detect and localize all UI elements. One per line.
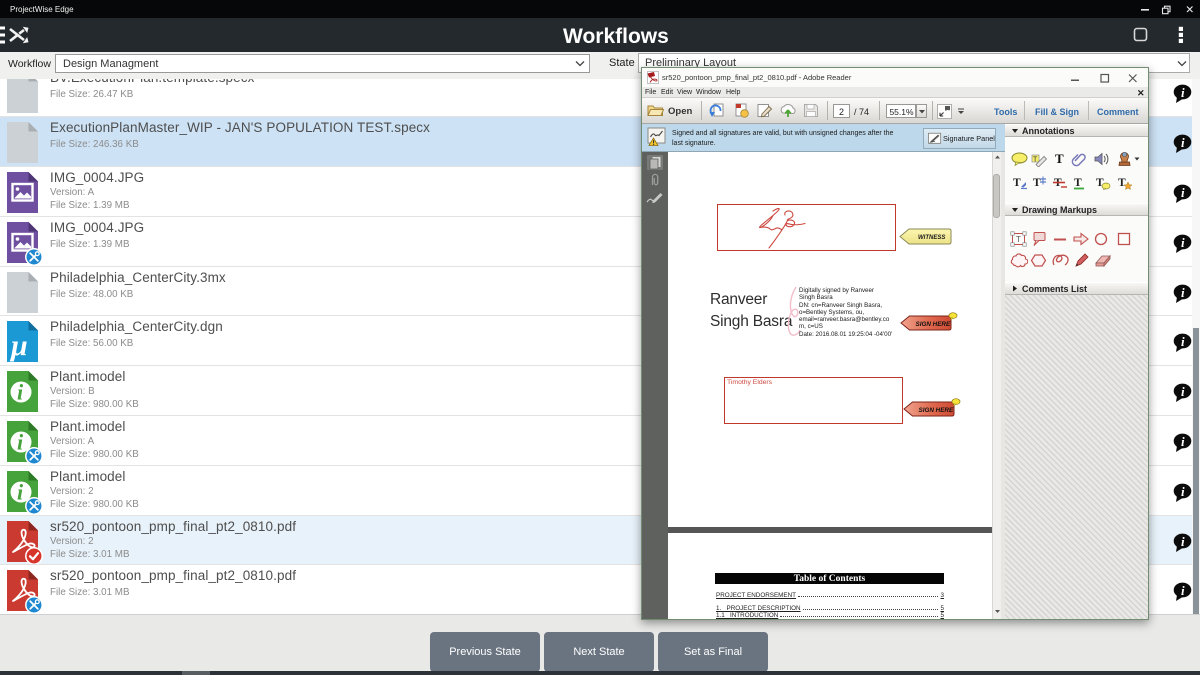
svg-text:T: T (1118, 177, 1126, 189)
svg-text:T: T (1074, 177, 1082, 189)
svg-text:i: i (1181, 185, 1185, 200)
svg-text:T: T (1016, 235, 1021, 244)
svg-text:i: i (17, 430, 24, 455)
svg-text:T: T (1033, 177, 1041, 189)
svg-text:i: i (1181, 484, 1185, 499)
svg-text:SIGN HERE: SIGN HERE (916, 321, 951, 328)
svg-text:WITNESS: WITNESS (918, 235, 945, 241)
svg-text:μ: μ (9, 329, 28, 362)
svg-text:SIGN HERE: SIGN HERE (919, 407, 954, 414)
svg-text:i: i (1181, 583, 1185, 598)
svg-text:i: i (1181, 85, 1185, 100)
svg-text:i: i (17, 480, 24, 505)
svg-text:i: i (1181, 285, 1185, 300)
svg-text:i: i (1181, 534, 1185, 549)
svg-text:i: i (1181, 235, 1185, 250)
svg-text:i: i (1181, 135, 1185, 150)
svg-text:T: T (1033, 157, 1038, 164)
svg-text:i: i (17, 380, 24, 405)
svg-text:T: T (1013, 177, 1021, 189)
svg-text:i: i (1181, 384, 1185, 399)
svg-text:i: i (1181, 434, 1185, 449)
svg-text:i: i (1181, 334, 1185, 349)
